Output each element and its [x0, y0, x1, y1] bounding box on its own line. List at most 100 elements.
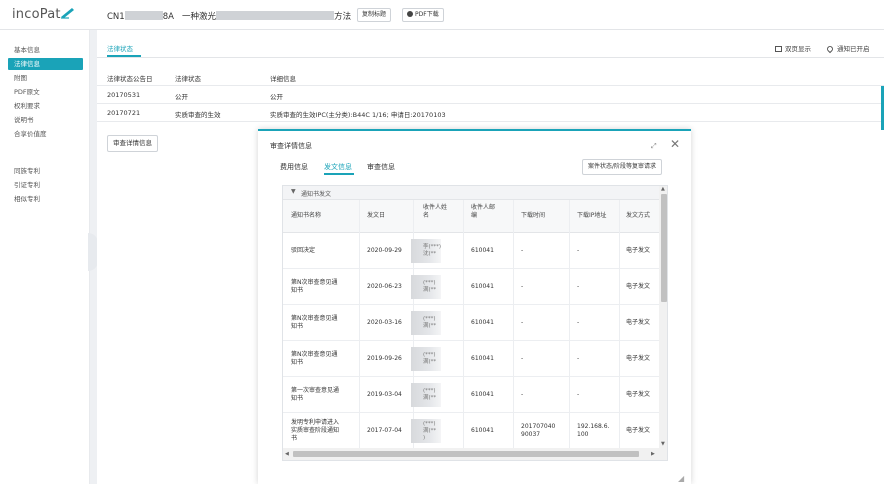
dialog-title: 审查详情信息 — [270, 142, 312, 150]
copy-title-button[interactable]: 复制标题 — [357, 8, 392, 22]
recipient-name-cell: (***) — [423, 352, 436, 358]
notice-name-cell: 第N次审查意见通 — [291, 279, 338, 286]
notice-name-cell: 书 — [291, 435, 298, 442]
scroll-down-icon[interactable]: ▼ — [661, 441, 665, 447]
header-legal-status: 法律状态 — [175, 75, 201, 83]
dual-page-label: 双页显示 — [785, 45, 811, 53]
download-ip-cell: 100 — [577, 431, 589, 438]
vertical-scrollbar[interactable]: ▲ ▼ — [659, 186, 667, 448]
col-dispatch-date: 发文日 — [367, 212, 386, 219]
vertical-scroll-thumb[interactable] — [661, 194, 667, 302]
title-prefix: 一种激光 — [182, 12, 217, 22]
resize-grip-icon[interactable]: ◢ — [678, 474, 684, 483]
location-pin-icon — [825, 44, 835, 54]
download-time-cell: 201707040 — [521, 423, 556, 430]
dispatch-date-cell: 2020-06-23 — [367, 283, 402, 290]
patent-number-suffix: 8A — [162, 12, 174, 22]
download-icon — [407, 11, 413, 17]
dispatch-table-header: 通知书名称 发文日 收件人姓名 收件人邮编 下载时间 下载IP地址 发文方式 — [283, 200, 659, 233]
scroll-right-icon[interactable]: ▶ — [651, 451, 655, 457]
scroll-up-icon[interactable]: ▲ — [661, 186, 665, 192]
horizontal-scroll-thumb[interactable] — [293, 451, 639, 457]
recipient-name-cell: 满(** — [423, 428, 437, 434]
section-header[interactable]: ▼ 通知书发文 — [283, 186, 659, 200]
sidebar-item-claims[interactable]: 权利要求 — [14, 100, 40, 112]
download-time-cell: - — [521, 283, 524, 290]
table-row[interactable]: 发明专利申请进入 实质审查阶段通知书 2017-07-04 (***) 满(**) 610… — [283, 413, 659, 449]
dispatch-method-cell: 电子发文 — [626, 283, 651, 290]
patent-number-prefix: CN1 — [107, 12, 125, 22]
recipient-name-cell: (***) — [423, 388, 436, 394]
active-tab-underline — [324, 173, 354, 175]
legal-status-cell: 实质审查的生效 — [175, 111, 221, 119]
recipient-zip-cell: 610041 — [471, 355, 494, 362]
sidebar-item-legal-info[interactable]: 法律信息 — [8, 58, 83, 70]
header-detail: 详细信息 — [270, 75, 296, 83]
dual-page-icon — [775, 46, 782, 52]
dispatch-method-cell: 电子发文 — [626, 247, 651, 254]
tab-dispatch-info[interactable]: 发文信息 — [324, 162, 352, 172]
notice-name-cell: 发明专利申请进入 — [291, 419, 340, 426]
left-sidebar: 基本信息 法律信息 附图 PDF原文 权利要求 说明书 合享价值度 同族专利 引… — [0, 30, 90, 484]
notice-name-cell: 驳回决定 — [291, 247, 316, 254]
col-recipient-name: 收件人姓名 — [423, 204, 448, 219]
pdf-download-button[interactable]: PDF下载 — [402, 8, 444, 22]
notice-toggle[interactable]: 通知已开启 — [825, 43, 870, 54]
recipient-name-cell: 沈(** — [423, 251, 437, 257]
title-suffix: 方法 — [334, 12, 352, 22]
recipient-name-cell: 满(** — [423, 359, 437, 365]
recipient-name-cell: 满(** — [423, 287, 437, 293]
recipient-name-cell: (***) — [423, 316, 436, 322]
table-row[interactable]: 第N次审查意见通 知书 2020-03-16 (***) 满(** 610041 - - 电子发… — [283, 305, 659, 341]
notice-label: 通知已开启 — [837, 45, 870, 53]
recipient-zip-cell: 610041 — [471, 391, 494, 398]
recipient-name-cell: ) — [423, 435, 426, 441]
close-icon[interactable]: ✕ — [670, 137, 680, 151]
app-logo[interactable]: incoPat — [12, 7, 61, 22]
dispatch-date-cell: 2019-03-04 — [367, 391, 402, 398]
notice-name-cell: 知书 — [291, 323, 304, 330]
sidebar-item-family[interactable]: 同族专利 — [14, 165, 40, 177]
table-row[interactable]: 驳回决定 2020-09-29 李(***) 沈(** 610041 - - 电子发文 — [283, 233, 659, 269]
legal-table-header: 法律状态公告日 法律状态 详细信息 — [97, 68, 884, 86]
table-row: 20170531 公开 公开 — [97, 86, 884, 104]
notice-name-cell: 知书 — [291, 287, 304, 294]
sidebar-item-pdf[interactable]: PDF原文 — [14, 86, 40, 98]
section-title: 通知书发文 — [301, 191, 332, 198]
col-download-time: 下载时间 — [521, 212, 546, 219]
download-ip-cell: 192.168.6. — [577, 423, 610, 430]
download-time-cell: - — [521, 391, 524, 398]
sidebar-item-basic-info[interactable]: 基本信息 — [14, 44, 40, 56]
table-row[interactable]: 第一次审查意见通 知书 2019-03-04 (***) 满(** 610041 - - 电子发… — [283, 377, 659, 413]
horizontal-scrollbar[interactable]: ◀ ▶ — [283, 448, 667, 460]
review-detail-dialog: 审查详情信息 ⤢ ✕ 费用信息 发文信息 审查信息 案件状态/阶段等复审请求 ▼… — [258, 129, 691, 484]
download-time-cell: - — [521, 355, 524, 362]
download-ip-cell: - — [577, 283, 580, 290]
expand-icon[interactable]: ⤢ — [651, 142, 657, 151]
tab-fee-info[interactable]: 费用信息 — [280, 162, 308, 172]
table-row[interactable]: 第N次审查意见通 知书 2019-09-26 (***) 满(** 610041 - - 电子发… — [283, 341, 659, 377]
table-row[interactable]: 第N次审查意见通 知书 2020-06-23 (***) 满(** 610041 - - 电子发… — [283, 269, 659, 305]
announce-date-cell: 20170721 — [107, 109, 141, 117]
reexamination-request-button[interactable]: 案件状态/阶段等复审请求 — [582, 159, 663, 175]
dispatch-panel: ▼ 通知书发文 通知书名称 发文日 收件人姓名 收件人邮编 下载时间 下载IP地… — [282, 185, 668, 461]
sidebar-item-drawings[interactable]: 附图 — [14, 72, 27, 84]
sidebar-item-citations[interactable]: 引证专利 — [14, 179, 40, 191]
recipient-name-cell: 满(** — [423, 395, 437, 401]
dual-page-toggle[interactable]: 双页显示 — [775, 43, 811, 53]
recipient-name-cell: (***) — [423, 421, 436, 427]
tab-review-info[interactable]: 审查信息 — [367, 162, 395, 172]
scroll-left-icon[interactable]: ◀ — [285, 451, 289, 457]
sidebar-item-similar[interactable]: 相似专利 — [14, 193, 40, 205]
col-notice-name: 通知书名称 — [291, 212, 322, 219]
sidebar-item-description[interactable]: 说明书 — [14, 114, 34, 126]
download-ip-cell: - — [577, 319, 580, 326]
sidebar-item-value[interactable]: 合享价值度 — [14, 128, 47, 140]
notice-name-cell: 第一次审查意见通 — [291, 387, 340, 394]
dispatch-method-cell: 电子发文 — [626, 355, 651, 362]
recipient-name-cell: 李(***) — [423, 244, 442, 250]
redaction-block — [124, 11, 163, 20]
review-detail-button[interactable]: 审查详情信息 — [107, 135, 158, 152]
download-ip-cell: - — [577, 391, 580, 398]
tab-legal-status[interactable]: 法律状态 — [107, 43, 133, 53]
